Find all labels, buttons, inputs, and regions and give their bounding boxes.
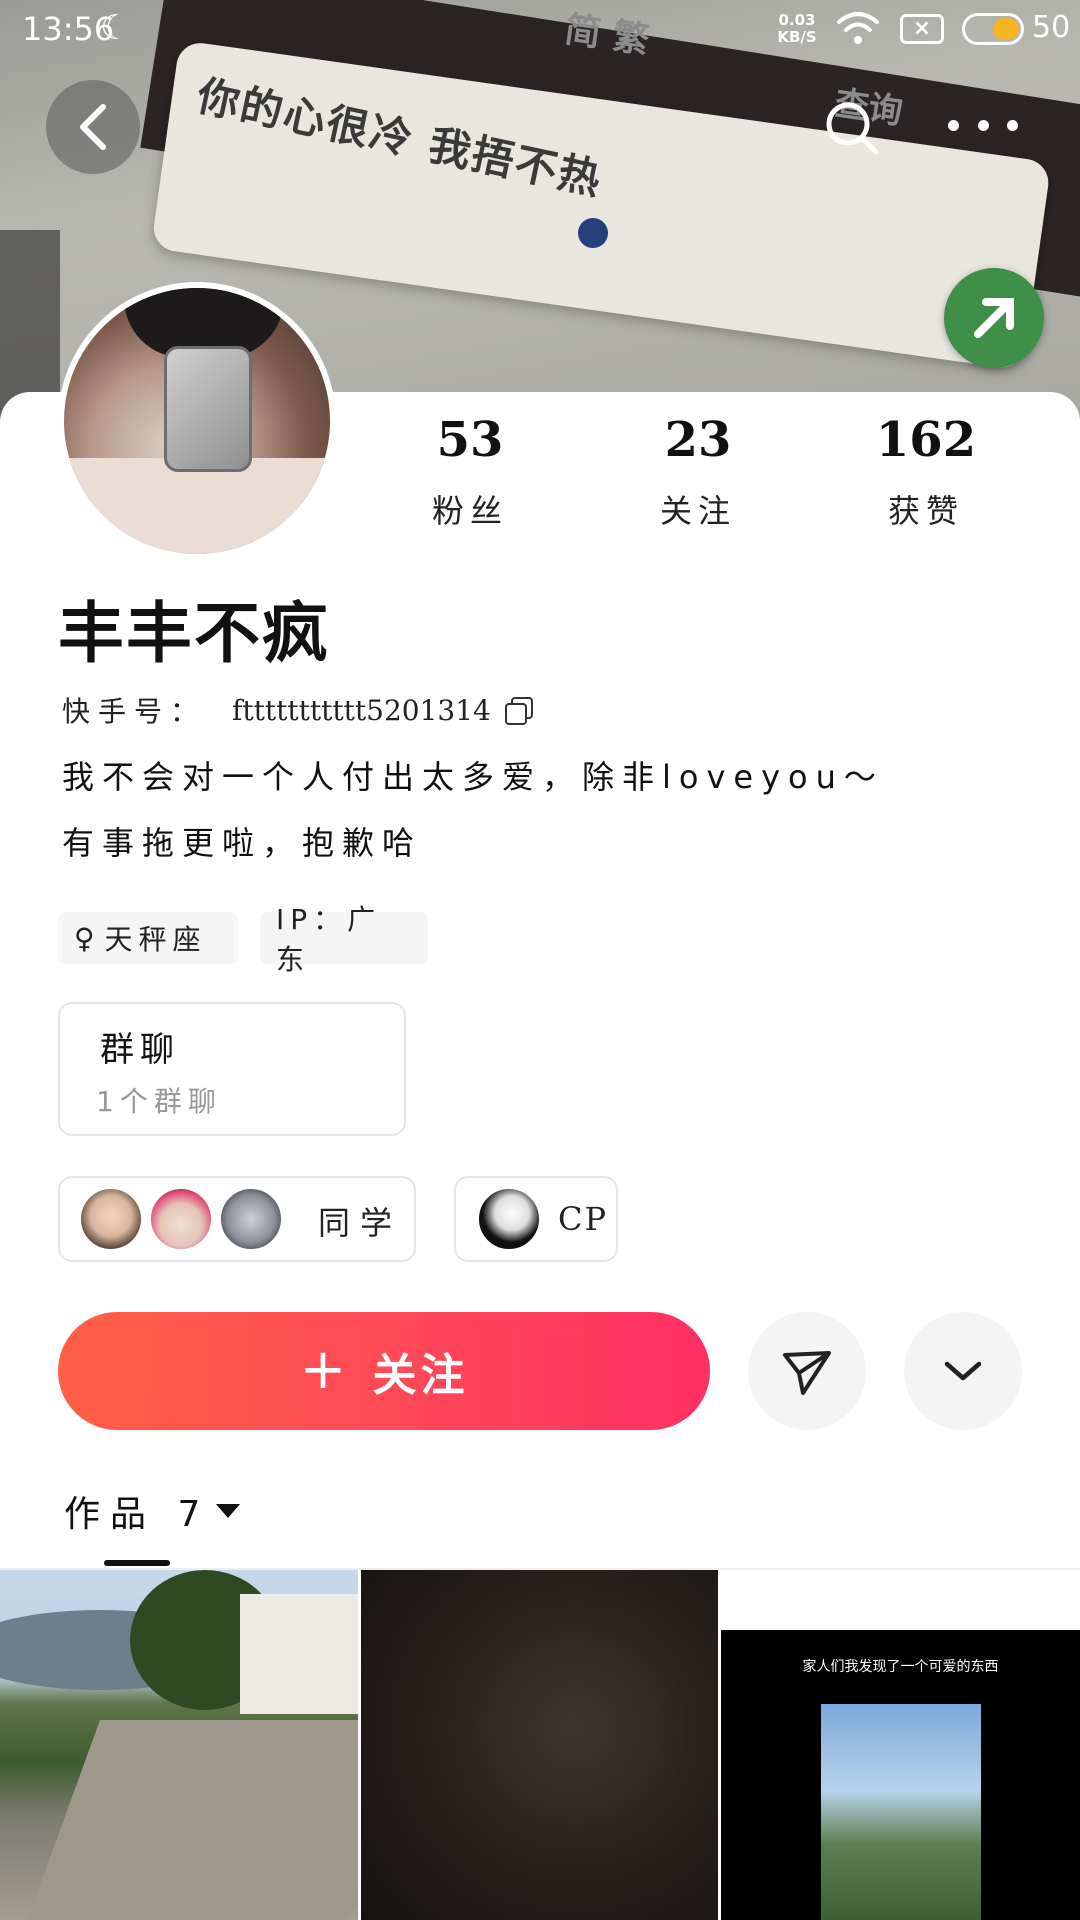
avatar — [78, 1186, 144, 1252]
more-dot-icon — [1007, 119, 1018, 131]
more-options-button[interactable] — [948, 100, 1018, 150]
chevron-left-icon — [80, 104, 106, 150]
tab-works[interactable]: 作品 7 — [64, 1485, 241, 1537]
female-icon: ♀ — [74, 921, 95, 955]
stat-fans[interactable]: 53 粉丝 — [390, 412, 550, 532]
tab-works-label: 作品 7 — [64, 1494, 211, 1535]
relation-cp[interactable]: CP — [454, 1176, 618, 1262]
username: 丰丰不疯 — [58, 595, 330, 672]
bio-line-2: 有事拖更啦，抱歉哈 — [62, 824, 423, 862]
ip-location-tag: IP：广东 — [260, 903, 428, 976]
work-thumbnail[interactable] — [361, 1570, 718, 1920]
stat-following[interactable]: 23 关注 — [618, 412, 778, 532]
work-thumbnail[interactable]: 家人们我发现了一个可爱的东西 — [721, 1570, 1080, 1920]
group-chat-card[interactable]: 群聊 1个群聊 — [58, 1002, 406, 1136]
stat-following-label: 关注 — [659, 492, 736, 530]
chevron-down-icon — [944, 1361, 982, 1381]
avatar — [218, 1186, 284, 1252]
more-dot-icon — [948, 119, 959, 131]
moon-icon: ☾ — [100, 8, 131, 48]
network-speed-unit: KB/S — [777, 28, 817, 46]
expand-recommend-button[interactable] — [904, 1312, 1022, 1430]
send-message-button[interactable] — [748, 1312, 866, 1430]
battery-icon — [962, 13, 1024, 45]
work-thumbnail[interactable] — [0, 1570, 358, 1920]
avatar[interactable] — [58, 282, 336, 560]
follow-button[interactable]: + 关注 — [58, 1312, 710, 1430]
kuaishou-id-value: fttttttttttt5201314 — [232, 693, 491, 727]
stat-likes[interactable]: 162 获赞 — [846, 412, 1006, 532]
ip-location-label: IP：广东 — [276, 903, 382, 976]
battery-level: 50 — [1032, 10, 1071, 45]
thumbnail-caption: 家人们我发现了一个可爱的东西 — [802, 1659, 999, 1675]
relation-classmates[interactable]: 同学 — [58, 1176, 416, 1262]
kuaishou-id-row: 快手号： fttttttttttt5201314 — [62, 690, 533, 730]
network-speed: 0.03 KB/S — [772, 12, 822, 46]
zodiac-tag: ♀ 天秤座 — [58, 912, 238, 964]
network-speed-value: 0.03 — [778, 11, 816, 29]
tab-active-indicator — [104, 1560, 170, 1566]
relation-classmates-label: 同学 — [318, 1204, 403, 1242]
avatar — [476, 1186, 542, 1252]
relation-cp-label: CP — [558, 1200, 609, 1238]
plus-icon: + — [299, 1336, 351, 1402]
stat-following-value: 23 — [664, 412, 732, 468]
zodiac-tag-label: 天秤座 — [104, 923, 207, 956]
kuaishou-id-label: 快手号： — [62, 695, 207, 728]
wifi-icon — [837, 12, 879, 44]
stat-likes-value: 162 — [875, 412, 977, 468]
banner-cursor-dot — [578, 218, 608, 248]
more-dot-icon — [977, 119, 989, 131]
group-chat-title: 群聊 — [100, 1030, 180, 1070]
sim-icon: × — [900, 14, 944, 44]
caret-down-icon — [216, 1504, 241, 1518]
copy-icon[interactable] — [504, 697, 533, 725]
back-button[interactable] — [46, 80, 140, 174]
group-chat-subtitle: 1个群聊 — [96, 1085, 222, 1118]
banner-send-graphic — [944, 268, 1044, 368]
bio-line-1: 我不会对一个人付出太多爱，除非loveyou～ — [62, 758, 884, 796]
stat-likes-label: 获赞 — [887, 492, 964, 530]
search-icon[interactable] — [822, 98, 882, 158]
stat-fans-value: 53 — [436, 412, 504, 468]
stat-fans-label: 粉丝 — [431, 492, 508, 530]
status-bar: 13:56 ☾ 0.03 KB/S × 50 — [0, 0, 1080, 62]
avatar — [148, 1186, 214, 1252]
follow-button-label: 关注 — [372, 1350, 469, 1401]
paper-plane-icon — [783, 1351, 831, 1395]
